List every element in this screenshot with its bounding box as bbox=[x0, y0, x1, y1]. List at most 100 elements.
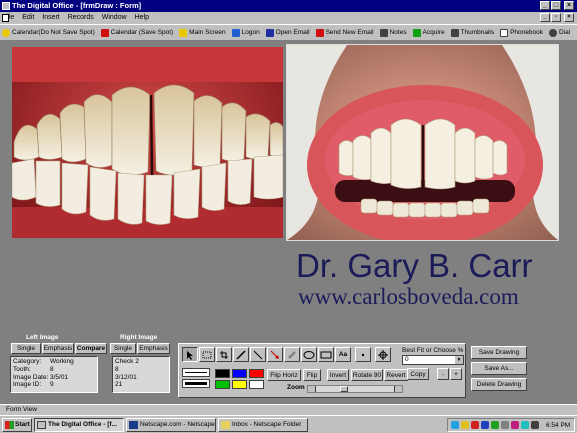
mdi-restore-button[interactable]: ▫ bbox=[551, 13, 561, 22]
right-emphasis-button[interactable]: Emphasis bbox=[137, 343, 170, 354]
toolbar-calendar-no-save[interactable]: Calendar(Do Not Save Spot) bbox=[0, 25, 97, 40]
rectangle-select-icon[interactable] bbox=[199, 347, 215, 362]
chevron-down-icon: ▼ bbox=[455, 356, 463, 364]
toolbar-thumbnails[interactable]: Thumbnails bbox=[449, 25, 497, 40]
key-icon bbox=[231, 28, 240, 37]
menu-edit[interactable]: Edit bbox=[19, 12, 37, 24]
start-button[interactable]: Start bbox=[2, 418, 32, 432]
color-black[interactable] bbox=[215, 369, 230, 378]
delete-drawing-button[interactable]: Delete Drawing bbox=[471, 378, 527, 391]
tray-app-icon[interactable] bbox=[491, 421, 499, 429]
color-blue[interactable] bbox=[232, 369, 247, 378]
status-text: Form View bbox=[6, 406, 37, 413]
status-bar: Form View bbox=[0, 404, 577, 415]
minimize-button[interactable]: _ bbox=[540, 1, 550, 10]
toolbar-phonebook[interactable]: Phonebook bbox=[498, 25, 545, 40]
toolbar-label: Main Screen bbox=[189, 29, 226, 36]
left-image-info: Category: Working Tooth: 8 Image Date: 3/5/… bbox=[10, 356, 98, 393]
clock[interactable]: 6:54 PM bbox=[546, 420, 570, 431]
task-digital-office[interactable]: The Digital Office - [f... bbox=[34, 418, 124, 432]
toolbar-send-email[interactable]: Send New Email bbox=[314, 25, 376, 40]
revert-button[interactable]: Revert bbox=[384, 369, 408, 381]
zoom-percent-dropdown[interactable]: 0 ▼ bbox=[402, 355, 464, 365]
toolbar-open-email[interactable]: Open Email bbox=[264, 25, 312, 40]
zoom-in-button[interactable]: + bbox=[450, 368, 462, 380]
right-single-button[interactable]: Single bbox=[110, 343, 136, 354]
rotate-90-button[interactable]: Rotate 90 bbox=[351, 369, 383, 381]
menu-insert[interactable]: Insert bbox=[39, 12, 63, 24]
flip-button[interactable]: Flip bbox=[303, 369, 321, 381]
field-value: 8 bbox=[50, 365, 54, 373]
flip-horiz-button[interactable]: Flip Horiz bbox=[267, 369, 301, 381]
menu-help[interactable]: Help bbox=[132, 12, 152, 24]
tray-app-icon[interactable] bbox=[461, 421, 469, 429]
menu-window[interactable]: Window bbox=[99, 12, 130, 24]
tray-app-icon[interactable] bbox=[481, 421, 489, 429]
save-drawing-button[interactable]: Save Drawing bbox=[471, 346, 527, 359]
doctor-url: www.carlosboveda.com bbox=[298, 284, 519, 309]
color-green[interactable] bbox=[215, 380, 230, 389]
copy-button[interactable]: Copy bbox=[407, 368, 429, 380]
notes-icon bbox=[379, 28, 388, 37]
field-value: Check 2 bbox=[115, 358, 139, 365]
mdi-close-button[interactable]: × bbox=[564, 13, 574, 22]
color-white[interactable] bbox=[249, 380, 264, 389]
toolbar-main-screen[interactable]: Main Screen bbox=[177, 25, 228, 40]
color-red[interactable] bbox=[249, 369, 264, 378]
left-single-button[interactable]: Single bbox=[11, 343, 41, 354]
save-as-button[interactable]: Save As... bbox=[471, 362, 527, 375]
arrow-icon[interactable] bbox=[267, 347, 283, 362]
toolbar-calendar-save[interactable]: Calendar (Save Spot) bbox=[99, 25, 176, 40]
line-width-thick[interactable] bbox=[182, 379, 210, 388]
network-icon[interactable] bbox=[451, 421, 459, 429]
toolbar-dial[interactable]: Dial bbox=[547, 25, 572, 40]
compare-button[interactable]: Compare bbox=[75, 343, 107, 354]
field-label: Image Date: bbox=[13, 373, 49, 381]
zoom-percent-value: 0 bbox=[405, 356, 409, 363]
rectangle-icon[interactable] bbox=[318, 347, 334, 362]
tray-app-icon[interactable] bbox=[511, 421, 519, 429]
text-tool-icon[interactable]: Aa bbox=[335, 347, 351, 362]
pen-icon[interactable] bbox=[233, 347, 249, 362]
speaker-icon[interactable] bbox=[531, 421, 539, 429]
maximize-button[interactable]: □ bbox=[551, 1, 561, 10]
pointer-tool-icon[interactable] bbox=[182, 347, 198, 362]
crop-icon[interactable] bbox=[216, 347, 232, 362]
right-image-heading: Right Image bbox=[120, 334, 158, 341]
mdi-minimize-button[interactable]: _ bbox=[540, 13, 550, 22]
brush-icon[interactable] bbox=[284, 347, 300, 362]
field-label: Tooth: bbox=[13, 365, 31, 373]
menu-bar: File Edit Insert Records Window Help _ ▫… bbox=[0, 12, 577, 24]
line-icon[interactable] bbox=[250, 347, 266, 362]
zoom-out-button[interactable]: - bbox=[437, 368, 449, 380]
task-inbox[interactable]: Inbox - Netscape Folder bbox=[218, 418, 308, 432]
right-dental-photo[interactable] bbox=[286, 44, 559, 241]
tray-app-icon[interactable] bbox=[521, 421, 529, 429]
line-width-thin[interactable] bbox=[182, 368, 210, 377]
zoom-slider[interactable] bbox=[307, 385, 403, 393]
toolbar-label: Open Email bbox=[275, 29, 310, 36]
task-label: The Digital Office - [f... bbox=[48, 421, 117, 428]
toolbar-notes[interactable]: Notes bbox=[378, 25, 409, 40]
point-icon[interactable] bbox=[355, 347, 371, 362]
tray-app-icon[interactable] bbox=[501, 421, 509, 429]
title-bar: The Digital Office - [frmDraw : Form] _ … bbox=[0, 0, 577, 12]
tray-app-icon[interactable] bbox=[471, 421, 479, 429]
left-dental-photo[interactable] bbox=[12, 47, 283, 238]
color-yellow[interactable] bbox=[232, 380, 247, 389]
invert-button[interactable]: Invert bbox=[327, 369, 349, 381]
menu-records[interactable]: Records bbox=[65, 12, 97, 24]
task-netscape[interactable]: Netscape.com - Netscape bbox=[126, 418, 216, 432]
window-title: The Digital Office - [frmDraw : Form] bbox=[12, 1, 142, 10]
close-button[interactable]: × bbox=[564, 1, 574, 10]
crosshair-icon[interactable] bbox=[375, 347, 391, 362]
left-emphasis-button[interactable]: Emphasis bbox=[42, 343, 74, 354]
toolbar-acquire[interactable]: Acquire bbox=[411, 25, 447, 40]
toolbar-label: Thumbnails bbox=[460, 29, 495, 36]
ellipse-icon[interactable] bbox=[301, 347, 317, 362]
toolbar-label: Send New Email bbox=[325, 29, 374, 36]
calendar-icon bbox=[100, 28, 109, 37]
toolbar-logon[interactable]: Logon bbox=[230, 25, 262, 40]
document-icon bbox=[2, 14, 9, 22]
toolbar-label: Calendar (Save Spot) bbox=[110, 29, 174, 36]
